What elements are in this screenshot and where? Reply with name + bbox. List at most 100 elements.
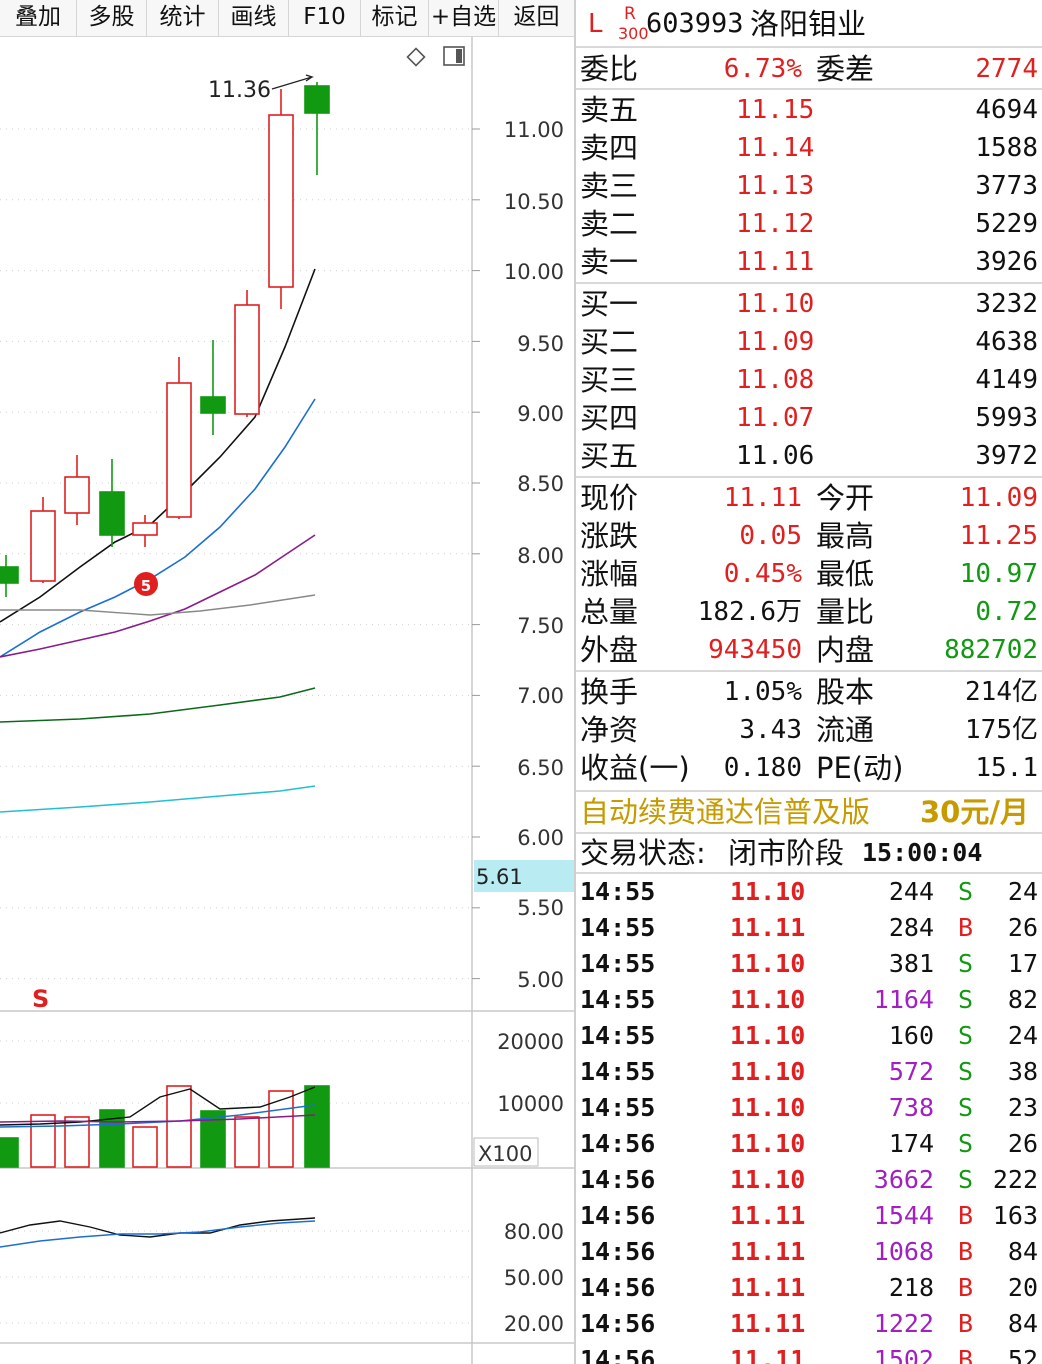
ad-text: 自动续费通达信普及版: [580, 795, 871, 829]
buy-level-row[interactable]: 买二 11.09 4638: [580, 323, 1038, 361]
volume-axis-label: 10000: [497, 1092, 564, 1116]
sell-volume: 3773: [975, 171, 1038, 201]
trade-price: 11.10: [730, 985, 806, 1014]
indicator-axis-label: 50.00: [504, 1266, 564, 1290]
sell-volume: 3926: [975, 247, 1038, 277]
trade-price: 11.11: [730, 1201, 806, 1230]
s-marker[interactable]: S: [32, 985, 49, 1013]
stat-value: 0.180: [723, 753, 802, 783]
trade-side: B: [958, 1273, 974, 1302]
buy-price: 11.08: [736, 365, 815, 395]
subscription-ad[interactable]: 自动续费通达信普及版 30元/月: [580, 793, 1038, 831]
event-marker-number: 5: [141, 577, 151, 595]
weibi-row: 委比 6.73% 委差 2774: [580, 50, 1038, 88]
quote-value: 0.05: [739, 521, 802, 551]
sell-level-row[interactable]: 卖二 11.12 5229: [580, 205, 1038, 243]
trade-time: 14:56: [580, 1129, 656, 1158]
tick-trade-row[interactable]: 14:56 11.11 1502 B 52: [580, 1342, 1038, 1364]
tick-trade-row[interactable]: 14:56 11.10 3662 S 222: [580, 1162, 1038, 1198]
stat-label: 收益(一): [580, 751, 690, 785]
tick-trade-row[interactable]: 14:55 11.11 284 B 26: [580, 910, 1038, 946]
candle-down: [304, 85, 330, 114]
stat-label: 流通: [816, 713, 875, 747]
buy-level-row[interactable]: 买三 11.08 4149: [580, 361, 1038, 399]
volume-bar-up: [132, 1126, 158, 1168]
candlesticks: [0, 82, 330, 597]
draw-line-button[interactable]: 画线: [219, 0, 289, 36]
tick-trade-row[interactable]: 14:55 11.10 572 S 38: [580, 1054, 1038, 1090]
overlay-button[interactable]: 叠加: [0, 0, 77, 36]
tick-trade-row[interactable]: 14:55 11.10 381 S 17: [580, 946, 1038, 982]
trade-time: 14:55: [580, 985, 656, 1014]
trade-price: 11.11: [730, 1345, 806, 1364]
price-axis-label: 5.00: [517, 968, 564, 992]
price-axis-label: 8.50: [517, 472, 564, 496]
buy-level-row[interactable]: 买五 11.06 3972: [580, 437, 1038, 475]
stat-value: 1.05%: [723, 677, 802, 707]
stat-label: 股本: [816, 675, 875, 709]
trade-volume: 1222: [873, 1309, 934, 1338]
tick-trade-row[interactable]: 14:55 11.10 1164 S 82: [580, 982, 1038, 1018]
buy-price: 11.09: [736, 327, 815, 357]
back-button[interactable]: 返回: [499, 0, 574, 36]
trade-side: S: [958, 877, 974, 906]
buy-level-row[interactable]: 买四 11.07 5993: [580, 399, 1038, 437]
tick-trade-row[interactable]: 14:56 11.11 1544 B 163: [580, 1198, 1038, 1234]
trade-side: S: [958, 1057, 974, 1086]
sell-volume: 1588: [975, 133, 1038, 163]
event-marker[interactable]: 5: [134, 572, 158, 596]
tick-trade-row[interactable]: 14:55 11.10 738 S 23: [580, 1090, 1038, 1126]
quote-label: 内盘: [816, 633, 875, 667]
quote-row: 现价 11.11 今开 11.09: [580, 479, 1038, 517]
sell-volume: 5229: [975, 209, 1038, 239]
sell-level-row[interactable]: 卖四 11.14 1588: [580, 129, 1038, 167]
trade-side: S: [958, 985, 974, 1014]
buy-level-row[interactable]: 买一 11.10 3232: [580, 285, 1038, 323]
trade-side: B: [958, 1345, 974, 1364]
stat-label: 换手: [580, 675, 639, 709]
tick-trade-row[interactable]: 14:55 11.10 160 S 24: [580, 1018, 1038, 1054]
quote-value: 882702: [944, 635, 1038, 665]
price-axis-label: 9.00: [517, 402, 564, 426]
tick-trade-row[interactable]: 14:56 11.10 174 S 26: [580, 1126, 1038, 1162]
trade-volume: 3662: [873, 1165, 934, 1194]
panel-toggle-icon[interactable]: [443, 46, 465, 66]
mark-button[interactable]: 标记: [361, 0, 429, 36]
sell-volume: 4694: [975, 95, 1038, 125]
quote-row: 外盘 943450 内盘 882702: [580, 631, 1038, 669]
diamond-icon[interactable]: [406, 47, 426, 67]
tick-trade-row[interactable]: 14:55 11.10 244 S 24: [580, 874, 1038, 910]
trade-volume: 174: [888, 1129, 934, 1158]
sell-level-row[interactable]: 卖一 11.11 3926: [580, 243, 1038, 281]
weibi-label: 委比: [580, 52, 639, 86]
quote-row: 涨幅 0.45% 最低 10.97: [580, 555, 1038, 593]
trade-count: 163: [992, 1201, 1038, 1230]
buy-volume: 3972: [975, 441, 1038, 471]
candle-up: [166, 382, 192, 518]
stat-value: 175亿: [965, 715, 1038, 745]
stat-row: 换手 1.05% 股本 214亿: [580, 673, 1038, 711]
tick-trade-row[interactable]: 14:56 11.11 218 B 20: [580, 1270, 1038, 1306]
tick-trade-row[interactable]: 14:56 11.11 1068 B 84: [580, 1234, 1038, 1270]
kline-chart-area[interactable]: 11.00 10.50 10.00 9.50 9.00 8.50 8.00 7.…: [0, 37, 574, 1364]
sell-level-row[interactable]: 卖五 11.15 4694: [580, 91, 1038, 129]
trade-price: 11.10: [730, 1129, 806, 1158]
indicator-line-2: [0, 1220, 316, 1248]
indicator-axis-label: 80.00: [504, 1220, 564, 1244]
trade-time: 14:56: [580, 1201, 656, 1230]
f10-button[interactable]: F10: [289, 0, 361, 36]
trade-side: S: [958, 1093, 974, 1122]
status-time: 15:00:04: [862, 838, 983, 867]
stat-value: 3.43: [739, 715, 802, 745]
add-watchlist-button[interactable]: +自选: [429, 0, 499, 36]
buy-volume: 5993: [975, 403, 1038, 433]
multi-stock-button[interactable]: 多股: [77, 0, 147, 36]
trade-count: 17: [1007, 949, 1038, 978]
quote-label: 现价: [580, 481, 639, 515]
stock-name: 洛阳钼业: [750, 7, 867, 41]
statistics-button[interactable]: 统计: [147, 0, 219, 36]
quote-label: 外盘: [580, 633, 639, 667]
tick-trade-row[interactable]: 14:56 11.11 1222 B 84: [580, 1306, 1038, 1342]
trade-count: 24: [1007, 1021, 1038, 1050]
sell-level-row[interactable]: 卖三 11.13 3773: [580, 167, 1038, 205]
